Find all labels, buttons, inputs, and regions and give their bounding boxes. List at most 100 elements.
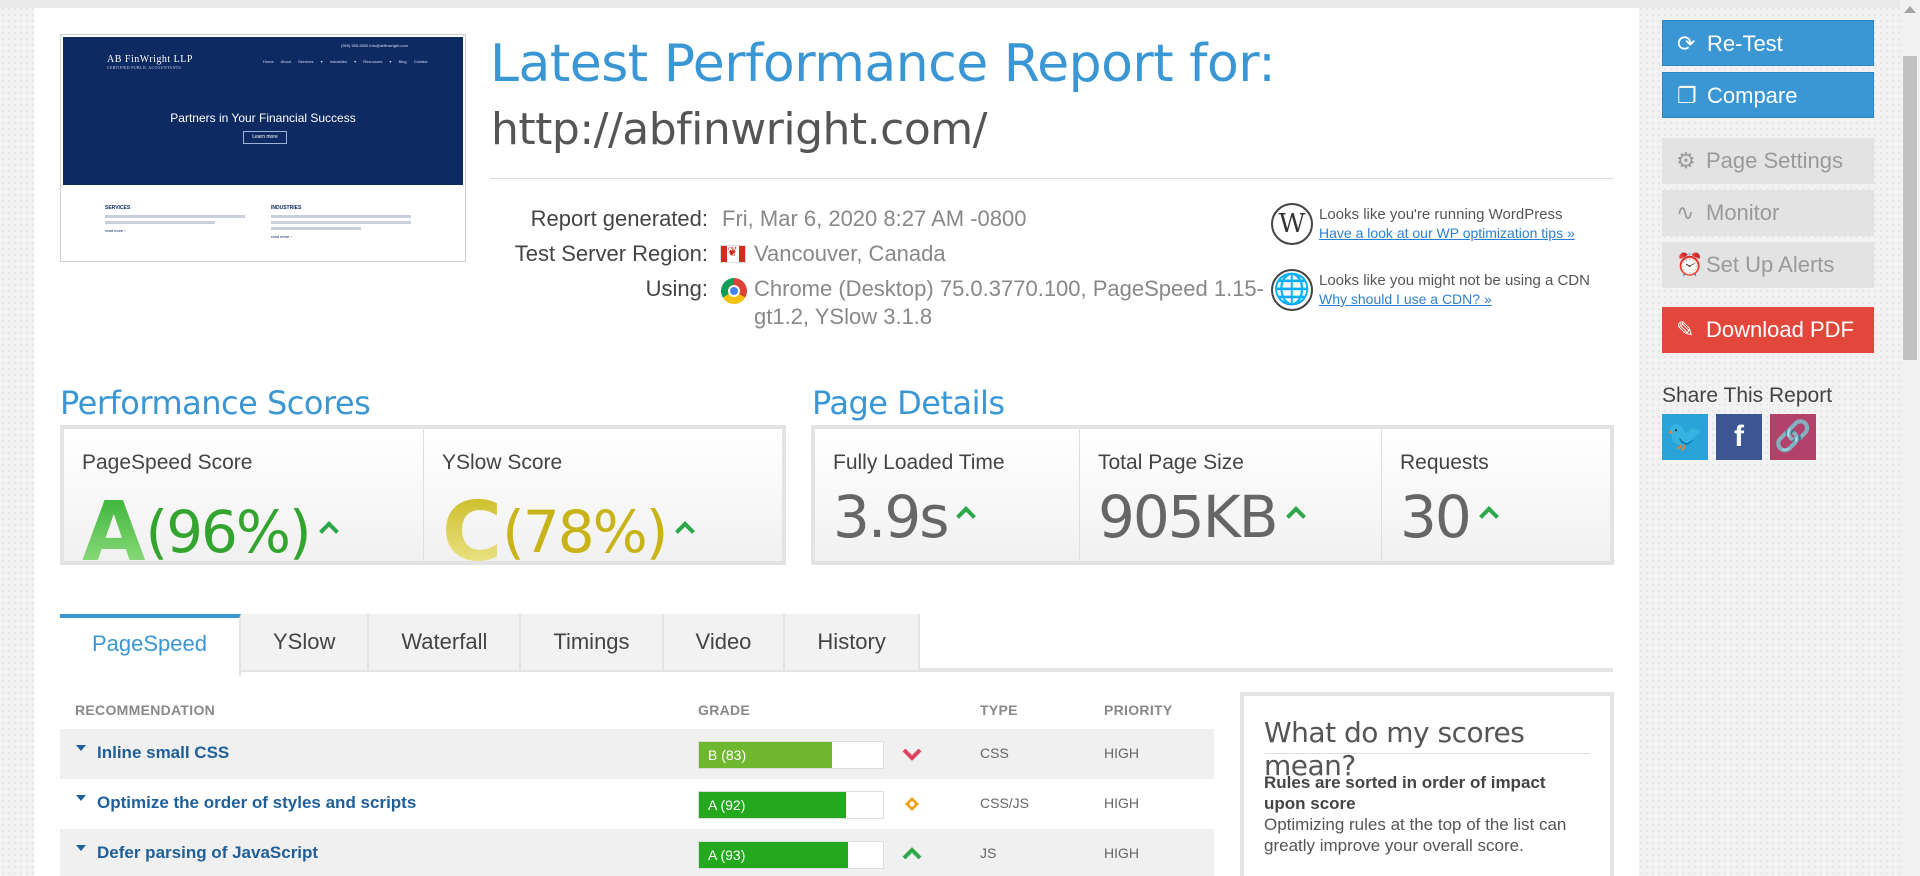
recommendation-priority: HIGH (1104, 745, 1139, 761)
grade-fill: B (83) (699, 742, 832, 768)
trend-same-icon (905, 797, 919, 811)
grade-fill: A (92) (699, 792, 847, 818)
tab-history[interactable]: History (785, 614, 920, 670)
link-share-button[interactable]: 🔗 (1770, 414, 1816, 460)
type-header: TYPE (980, 702, 1018, 718)
pagespeed-value: A(96%) (82, 477, 339, 580)
tab-waterfall[interactable]: Waterfall (369, 614, 522, 670)
thumbnail-topbar: (555) 555-5555 info@abfinwright.com (341, 43, 408, 48)
table-row[interactable]: Inline small CSS B (83) CSS HIGH (60, 729, 1214, 779)
twitter-share-button[interactable]: 🐦 (1662, 414, 1708, 460)
twitter-icon: 🐦 (1666, 420, 1704, 453)
cdn-link[interactable]: Why should I use a CDN? » (1319, 291, 1492, 307)
page-details-title: Page Details (812, 384, 1005, 422)
thumbnail-tagline: Partners in Your Financial Success (170, 111, 356, 125)
download-pdf-button[interactable]: ✎ Download PDF (1662, 307, 1874, 353)
retest-button[interactable]: ⟳ Re-Test (1662, 20, 1874, 66)
grade-bar: A (93) (698, 841, 884, 869)
globe-icon: 🌐 (1271, 269, 1313, 311)
yslow-percent: (78%) (502, 498, 668, 566)
link-icon: 🔗 (1774, 420, 1812, 453)
tab-timings[interactable]: Timings (521, 614, 664, 670)
scores-explanation-text: Optimizing rules at the top of the list … (1264, 815, 1567, 855)
wordpress-icon: W (1271, 203, 1313, 245)
using-value-line1: Chrome (Desktop) 75.0.3770.100, PageSpee… (754, 276, 1264, 301)
top-strip (0, 0, 1920, 8)
up-arrow-icon (1478, 506, 1499, 526)
recommendation-name[interactable]: Optimize the order of styles and scripts (97, 793, 416, 813)
table-row[interactable]: Optimize the order of styles and scripts… (60, 779, 1214, 829)
caret-down-icon[interactable] (76, 845, 86, 851)
loaded-value: 3.9s (833, 483, 977, 551)
thumbnail-services: SERVICES read more › (105, 205, 265, 233)
scores-explanation-bold: Rules are sorted in order of impact upon… (1264, 773, 1546, 813)
recommendation-header: RECOMMENDATION (75, 702, 216, 718)
report-generated-label: Report generated: (530, 206, 708, 231)
recommendation-name[interactable]: Defer parsing of JavaScript (97, 843, 318, 863)
monitor-button[interactable]: ∿ Monitor (1662, 190, 1874, 236)
chrome-icon (721, 278, 747, 304)
pagespeed-percent: (96%) (145, 498, 311, 566)
report-title: Latest Performance Report for: (490, 34, 1276, 94)
thumbnail-nav: Home About Services ▾ Industries ▾ Resou… (263, 59, 428, 64)
page-details-box: Fully Loaded Time 3.9s Total Page Size 9… (811, 425, 1614, 565)
thumbnail-button: Learn more (243, 131, 287, 144)
recommendation-priority: HIGH (1104, 795, 1139, 811)
yslow-value: C(78%) (442, 477, 696, 580)
requests-label: Requests (1400, 451, 1489, 474)
report-url: http://abfinwright.com/ (491, 104, 987, 155)
pulse-icon: ∿ (1676, 200, 1695, 225)
using-value-line2: gt1.2, YSlow 3.1.8 (754, 304, 933, 329)
up-arrow-icon (956, 506, 977, 526)
copy-icon: ❐ (1677, 83, 1697, 108)
caret-down-icon[interactable] (76, 795, 86, 801)
divider (490, 178, 1613, 179)
site-screenshot-thumbnail: AB FinWright LLP CERTIFIED PUBLIC ACCOUNT… (60, 34, 466, 262)
scores-explanation-box: What do my scores mean? Rules are sorted… (1240, 692, 1614, 876)
compare-button[interactable]: ❐ Compare (1662, 72, 1874, 118)
caret-down-icon[interactable] (76, 745, 86, 751)
scroll-up-icon[interactable] (1904, 6, 1916, 13)
yslow-label: YSlow Score (442, 451, 563, 474)
wordpress-hint: Looks like you're running WordPress (1319, 206, 1563, 223)
page-settings-button[interactable]: ⚙ Page Settings (1662, 138, 1874, 184)
thumbnail-logo: AB FinWright LLP CERTIFIED PUBLIC ACCOUNT… (107, 54, 193, 70)
recommendation-name[interactable]: Inline small CSS (97, 743, 229, 763)
report-generated-value: Fri, Mar 6, 2020 8:27 AM -0800 (722, 206, 1027, 231)
region-value: Vancouver, Canada (754, 241, 946, 266)
scrollbar-thumb[interactable] (1903, 56, 1917, 360)
facebook-share-button[interactable]: f (1716, 414, 1762, 460)
trend-down-icon (902, 748, 922, 761)
grade-bar: B (83) (698, 741, 884, 769)
size-label: Total Page Size (1098, 451, 1244, 474)
wordpress-tips-link[interactable]: Have a look at our WP optimization tips … (1319, 225, 1575, 241)
performance-scores-title: Performance Scores (60, 384, 371, 422)
thumbnail-hero: AB FinWright LLP CERTIFIED PUBLIC ACCOUNT… (63, 37, 463, 185)
thumbnail-industries: INDUSTRIES read more › (271, 205, 431, 239)
recommendation-type: CSS/JS (980, 795, 1030, 811)
set-up-alerts-button[interactable]: ⏰ Set Up Alerts (1662, 242, 1874, 288)
table-row[interactable]: Defer parsing of JavaScript A (93) JS HI… (60, 829, 1214, 876)
trend-up-icon (902, 847, 922, 860)
performance-scores-box: PageSpeed Score A(96%) YSlow Score C(78%… (60, 425, 786, 580)
yslow-grade: C (442, 485, 503, 580)
refresh-icon: ⟳ (1677, 31, 1696, 56)
report-tabs: PageSpeed YSlow Waterfall Timings Video … (60, 614, 920, 676)
up-arrow-icon (318, 521, 339, 541)
recommendation-type: CSS (980, 745, 1009, 761)
tab-video[interactable]: Video (663, 614, 786, 670)
using-label: Using: (645, 276, 708, 301)
cdn-hint: Looks like you might not be using a CDN (1319, 272, 1590, 289)
size-value: 905KB (1098, 483, 1306, 551)
share-title: Share This Report (1662, 384, 1833, 407)
gear-icon: ⚙ (1676, 148, 1696, 173)
loaded-label: Fully Loaded Time (833, 451, 1005, 474)
tab-yslow[interactable]: YSlow (241, 614, 370, 670)
tab-pagespeed[interactable]: PageSpeed (60, 614, 241, 676)
pagespeed-label: PageSpeed Score (82, 451, 253, 474)
grade-fill: A (93) (699, 842, 848, 868)
requests: Requests 30 (1382, 429, 1610, 561)
yslow-score: YSlow Score C(78%) (424, 429, 782, 580)
canada-flag-icon (720, 244, 746, 263)
region-label: Test Server Region: (514, 241, 708, 266)
